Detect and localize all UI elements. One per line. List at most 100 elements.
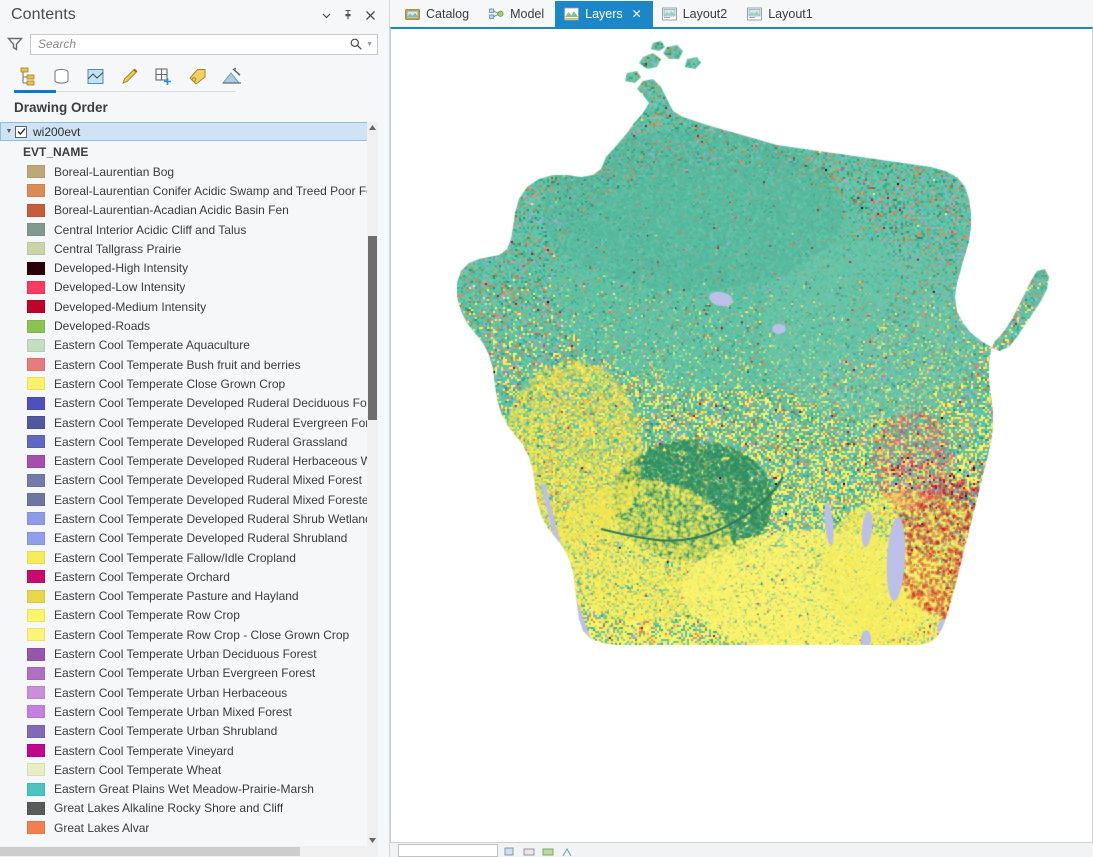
tab-model[interactable]: Model bbox=[480, 1, 555, 27]
legend-swatch[interactable] bbox=[27, 590, 45, 603]
legend-item[interactable]: Eastern Cool Temperate Developed Ruderal… bbox=[0, 509, 378, 528]
legend-swatch[interactable] bbox=[27, 512, 45, 525]
legend-swatch[interactable] bbox=[27, 339, 45, 352]
legend-item[interactable]: Eastern Cool Temperate Fallow/Idle Cropl… bbox=[0, 548, 378, 567]
legend-swatch[interactable] bbox=[27, 570, 45, 583]
legend-item[interactable]: Eastern Cool Temperate Developed Ruderal… bbox=[0, 432, 378, 451]
legend-item[interactable]: Eastern Cool Temperate Wheat bbox=[0, 760, 378, 779]
search-input[interactable] bbox=[38, 37, 349, 51]
map-scale-icon[interactable] bbox=[542, 845, 555, 856]
legend-item[interactable]: Great Lakes Alvar bbox=[0, 818, 378, 837]
legend-swatch[interactable] bbox=[27, 532, 45, 545]
legend-item[interactable]: Eastern Cool Temperate Aquaculture bbox=[0, 336, 378, 355]
legend-swatch[interactable] bbox=[27, 628, 45, 641]
list-by-drawing-order-icon[interactable] bbox=[14, 63, 41, 90]
legend-swatch[interactable] bbox=[27, 300, 45, 313]
filter-icon[interactable] bbox=[7, 36, 23, 52]
legend-swatch[interactable] bbox=[27, 493, 45, 506]
legend-item[interactable]: Eastern Cool Temperate Developed Ruderal… bbox=[0, 471, 378, 490]
legend-swatch[interactable] bbox=[27, 821, 45, 834]
legend-swatch[interactable] bbox=[27, 609, 45, 622]
chevron-down-icon[interactable]: ▼ bbox=[363, 41, 373, 48]
list-by-snapping-icon[interactable] bbox=[150, 63, 177, 90]
chevron-down-icon[interactable] bbox=[315, 4, 337, 26]
legend-swatch[interactable] bbox=[27, 783, 45, 796]
legend-item[interactable]: Eastern Cool Temperate Urban Mixed Fores… bbox=[0, 702, 378, 721]
legend-swatch[interactable] bbox=[27, 165, 45, 178]
tab-layers[interactable]: Layers ✕ bbox=[555, 1, 653, 27]
list-by-editing-icon[interactable] bbox=[116, 63, 143, 90]
legend-item[interactable]: Eastern Cool Temperate Bush fruit and be… bbox=[0, 355, 378, 374]
legend-item[interactable]: Great Lakes Alkaline Rocky Shore and Cli… bbox=[0, 799, 378, 818]
list-by-labeling-icon[interactable] bbox=[184, 63, 211, 90]
map-view-frame[interactable] bbox=[390, 27, 1093, 843]
legend-item[interactable]: Eastern Cool Temperate Urban Deciduous F… bbox=[0, 644, 378, 663]
search-icon[interactable] bbox=[349, 37, 363, 51]
layer-visibility-checkbox[interactable] bbox=[15, 126, 27, 138]
measure-tool-icon[interactable] bbox=[523, 845, 536, 856]
list-by-selection-icon[interactable] bbox=[82, 63, 109, 90]
legend-item[interactable]: Developed-Medium Intensity bbox=[0, 297, 378, 316]
legend-swatch[interactable] bbox=[27, 242, 45, 255]
legend-swatch[interactable] bbox=[27, 763, 45, 776]
legend-swatch[interactable] bbox=[27, 686, 45, 699]
legend-swatch[interactable] bbox=[27, 281, 45, 294]
legend-swatch[interactable] bbox=[27, 455, 45, 468]
legend-swatch[interactable] bbox=[27, 397, 45, 410]
legend-item[interactable]: Developed-High Intensity bbox=[0, 258, 378, 277]
pin-icon[interactable] bbox=[337, 4, 359, 26]
legend-item[interactable]: Central Tallgrass Prairie bbox=[0, 239, 378, 258]
toc-scrollbar-thumb[interactable] bbox=[368, 236, 377, 420]
legend-swatch[interactable] bbox=[27, 551, 45, 564]
list-by-data-source-icon[interactable] bbox=[48, 63, 75, 90]
legend-swatch[interactable] bbox=[27, 358, 45, 371]
legend-swatch[interactable] bbox=[27, 416, 45, 429]
legend-item[interactable]: Eastern Great Plains Wet Meadow-Prairie-… bbox=[0, 780, 378, 799]
legend-item[interactable]: Eastern Cool Temperate Developed Ruderal… bbox=[0, 529, 378, 548]
scroll-down-arrow-icon[interactable] bbox=[367, 835, 378, 846]
legend-item[interactable]: Eastern Cool Temperate Urban Evergreen F… bbox=[0, 664, 378, 683]
legend-item[interactable]: Developed-Low Intensity bbox=[0, 278, 378, 297]
legend-item[interactable]: Boreal-Laurentian Bog bbox=[0, 162, 378, 181]
list-by-charts-icon[interactable] bbox=[218, 63, 245, 90]
legend-item[interactable]: Eastern Cool Temperate Urban Shrubland bbox=[0, 722, 378, 741]
legend-item[interactable]: Eastern Cool Temperate Developed Ruderal… bbox=[0, 394, 378, 413]
scale-input[interactable] bbox=[398, 844, 498, 857]
legend-swatch[interactable] bbox=[27, 320, 45, 333]
tab-catalog[interactable]: Catalog bbox=[396, 1, 480, 27]
toc-vertical-scrollbar[interactable] bbox=[367, 122, 378, 846]
legend-swatch[interactable] bbox=[27, 802, 45, 815]
toc-horizontal-scrollbar[interactable] bbox=[0, 846, 378, 857]
selection-tool-icon[interactable] bbox=[504, 845, 517, 856]
search-input-wrapper[interactable]: ▼ bbox=[30, 34, 378, 55]
legend-item[interactable]: Boreal-Laurentian Conifer Acidic Swamp a… bbox=[0, 181, 378, 200]
legend-swatch[interactable] bbox=[27, 648, 45, 661]
legend-swatch[interactable] bbox=[27, 262, 45, 275]
legend-item[interactable]: Eastern Cool Temperate Close Grown Crop bbox=[0, 374, 378, 393]
legend-item[interactable]: Eastern Cool Temperate Row Crop bbox=[0, 606, 378, 625]
legend-item[interactable]: Eastern Cool Temperate Urban Herbaceous bbox=[0, 683, 378, 702]
legend-item[interactable]: Central Interior Acidic Cliff and Talus bbox=[0, 220, 378, 239]
legend-swatch[interactable] bbox=[27, 474, 45, 487]
legend-item[interactable]: Eastern Cool Temperate Developed Ruderal… bbox=[0, 451, 378, 470]
toc-hscrollbar-thumb[interactable] bbox=[0, 847, 300, 856]
tab-layout1[interactable]: Layout1 bbox=[738, 1, 823, 27]
legend-item[interactable]: Boreal-Laurentian-Acadian Acidic Basin F… bbox=[0, 201, 378, 220]
legend-item[interactable]: Eastern Cool Temperate Developed Ruderal… bbox=[0, 490, 378, 509]
layer-row-wi200evt[interactable]: ▼ wi200evt bbox=[0, 122, 377, 141]
wisconsin-landcover-map[interactable] bbox=[391, 29, 1084, 843]
legend-swatch[interactable] bbox=[27, 223, 45, 236]
close-icon[interactable] bbox=[359, 4, 381, 26]
scroll-up-arrow-icon[interactable] bbox=[367, 122, 378, 133]
legend-item[interactable]: Eastern Cool Temperate Row Crop - Close … bbox=[0, 625, 378, 644]
tab-layout2[interactable]: Layout2 bbox=[653, 1, 738, 27]
legend-item[interactable]: Eastern Cool Temperate Pasture and Hayla… bbox=[0, 587, 378, 606]
tab-close-icon[interactable]: ✕ bbox=[632, 8, 642, 20]
legend-swatch[interactable] bbox=[27, 184, 45, 197]
legend-item[interactable]: Eastern Cool Temperate Orchard bbox=[0, 567, 378, 586]
coordinates-icon[interactable] bbox=[561, 845, 574, 856]
legend-swatch[interactable] bbox=[27, 705, 45, 718]
legend-item[interactable]: Eastern Cool Temperate Vineyard bbox=[0, 741, 378, 760]
legend-swatch[interactable] bbox=[27, 667, 45, 680]
expand-collapse-triangle-icon[interactable]: ▼ bbox=[3, 128, 15, 135]
